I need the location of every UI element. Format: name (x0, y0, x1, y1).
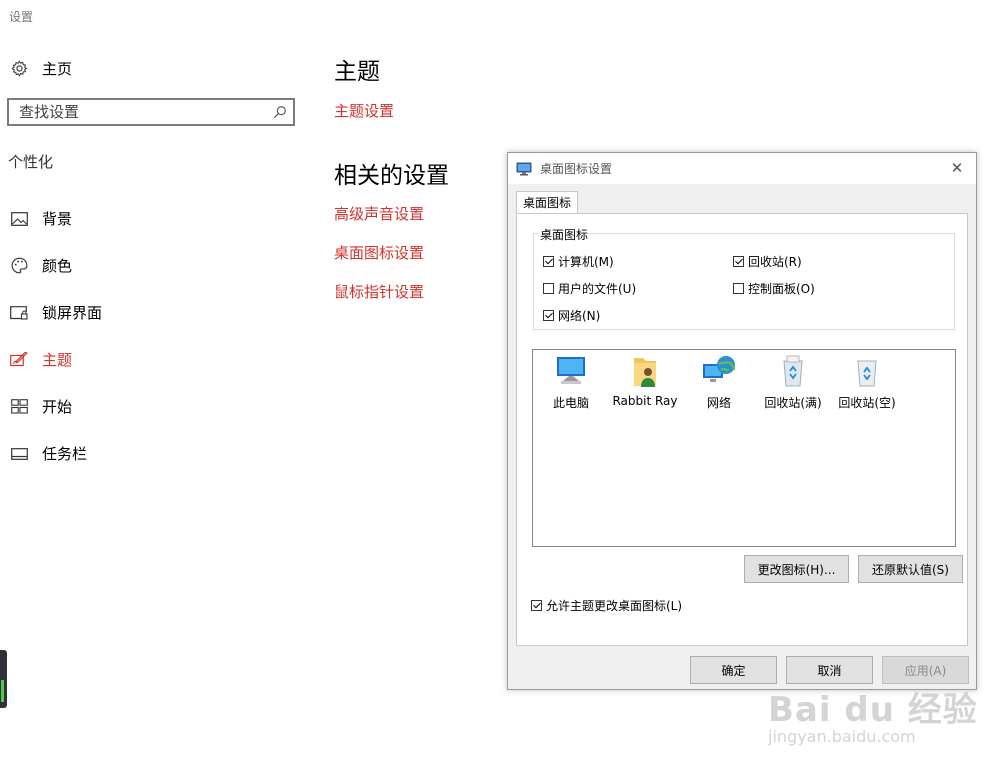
home-label: 主页 (42, 59, 73, 78)
network-checkbox[interactable]: 网络(N) (543, 307, 600, 324)
recycle-bin-full-icon (775, 354, 811, 388)
picture-icon (10, 210, 28, 228)
settings-search-box[interactable] (7, 98, 295, 126)
checkbox-label: 计算机(M) (558, 255, 614, 269)
side-volume-widget[interactable] (0, 650, 7, 708)
icon-label: 网络 (706, 396, 731, 410)
icon-item-recycle-bin-empty[interactable]: 回收站(空) (830, 354, 904, 411)
icon-item-user-files[interactable]: Rabbit Ray (608, 354, 682, 408)
checkbox-checked[interactable] (543, 256, 554, 267)
page-title: 主题 (334, 59, 380, 85)
checkbox-unchecked[interactable] (543, 283, 554, 294)
gear-icon (10, 59, 28, 77)
home-nav[interactable]: 主页 (10, 56, 72, 80)
control-panel-checkbox[interactable]: 控制面板(O) (733, 280, 815, 297)
recycle-bin-empty-icon (849, 354, 885, 388)
sidebar-item-label: 任务栏 (42, 445, 88, 463)
search-input[interactable] (9, 102, 267, 122)
desktop-icon-list[interactable]: 此电脑 Rabbit Ray 网络 回收站(满) 回收站(空) (532, 349, 956, 547)
restore-default-button[interactable]: 还原默认值(S) (858, 555, 963, 583)
desktop-icon-settings-dialog: 桌面图标设置 ✕ 桌面图标 桌面图标 计算机(M) 回收站(R) 用户的文件(U… (507, 152, 977, 690)
desktop-icons-group: 桌面图标 计算机(M) 回收站(R) 用户的文件(U) 控制面板(O) 网络(N… (533, 226, 955, 330)
mouse-pointer-settings-link[interactable]: 鼠标指针设置 (334, 281, 424, 302)
sidebar-item-lockscreen[interactable]: 锁屏界面 (10, 289, 290, 336)
checkbox-label: 允许主题更改桌面图标(L) (546, 599, 683, 613)
checkbox-checked[interactable] (531, 600, 542, 611)
sidebar-item-label: 开始 (42, 398, 73, 416)
baidu-jingyan-watermark: Bai du 经验 (768, 690, 978, 730)
ok-button[interactable]: 确定 (690, 656, 777, 684)
checkbox-unchecked[interactable] (733, 283, 744, 294)
cancel-button[interactable]: 取消 (786, 656, 873, 684)
theme-settings-link[interactable]: 主题设置 (334, 100, 394, 121)
related-settings-heading: 相关的设置 (334, 163, 449, 189)
sidebar-item-label: 背景 (42, 210, 73, 228)
dialog-titlebar[interactable]: 桌面图标设置 ✕ (508, 153, 976, 184)
desktop-settings-icon (516, 161, 532, 177)
icon-label: 此电脑 (552, 396, 589, 410)
icon-label: 回收站(空) (838, 396, 896, 410)
sidebar-nav: 背景 颜色 锁屏界面 主题 开始 任务栏 (10, 195, 290, 477)
search-icon[interactable] (267, 100, 293, 124)
computer-icon (553, 354, 589, 388)
taskbar-icon (10, 445, 28, 463)
sidebar-item-start[interactable]: 开始 (10, 383, 290, 430)
dialog-title: 桌面图标设置 (540, 162, 613, 176)
recycle-bin-checkbox[interactable]: 回收站(R) (733, 253, 802, 270)
sidebar-item-colors[interactable]: 颜色 (10, 242, 290, 289)
change-icon-button[interactable]: 更改图标(H)... (744, 555, 849, 583)
sidebar-item-taskbar[interactable]: 任务栏 (10, 430, 290, 477)
sidebar-item-label: 主题 (42, 351, 73, 369)
checkbox-label: 控制面板(O) (748, 282, 815, 296)
icon-label: Rabbit Ray (612, 394, 678, 408)
start-tiles-icon (10, 398, 28, 416)
icon-item-network[interactable]: 网络 (682, 354, 756, 411)
level-bar (1, 680, 4, 702)
close-icon[interactable]: ✕ (948, 159, 966, 177)
theme-brush-icon (10, 351, 28, 369)
sidebar-item-label: 锁屏界面 (42, 304, 103, 322)
checkbox-label: 回收站(R) (748, 255, 802, 269)
sidebar-item-themes[interactable]: 主题 (10, 336, 290, 383)
computer-checkbox[interactable]: 计算机(M) (543, 253, 614, 270)
checkbox-label: 网络(N) (558, 309, 601, 323)
lockscreen-icon (10, 304, 28, 322)
icon-item-recycle-bin-full[interactable]: 回收站(满) (756, 354, 830, 411)
checkbox-label: 用户的文件(U) (558, 282, 637, 296)
tab-panel: 桌面图标 计算机(M) 回收站(R) 用户的文件(U) 控制面板(O) 网络(N… (516, 213, 968, 646)
section-label-personalization: 个性化 (8, 153, 54, 171)
desktop-icon-settings-link[interactable]: 桌面图标设置 (334, 242, 424, 263)
sidebar-item-background[interactable]: 背景 (10, 195, 290, 242)
user-files-checkbox[interactable]: 用户的文件(U) (543, 280, 636, 297)
checkbox-checked[interactable] (543, 310, 554, 321)
watermark-url: jingyan.baidu.com (768, 727, 916, 746)
user-folder-icon (627, 354, 663, 388)
app-title: 设置 (9, 10, 34, 24)
sidebar-item-label: 颜色 (42, 257, 73, 275)
advanced-sound-settings-link[interactable]: 高级声音设置 (334, 203, 424, 224)
allow-themes-checkbox[interactable]: 允许主题更改桌面图标(L) (531, 597, 682, 614)
tab-desktop-icons[interactable]: 桌面图标 (516, 191, 579, 214)
group-label: 桌面图标 (538, 226, 591, 243)
checkbox-checked[interactable] (733, 256, 744, 267)
network-globe-icon (701, 354, 737, 388)
icon-item-this-pc[interactable]: 此电脑 (534, 354, 608, 411)
icon-label: 回收站(满) (764, 396, 822, 410)
palette-icon (10, 257, 28, 275)
apply-button[interactable]: 应用(A) (882, 656, 969, 684)
